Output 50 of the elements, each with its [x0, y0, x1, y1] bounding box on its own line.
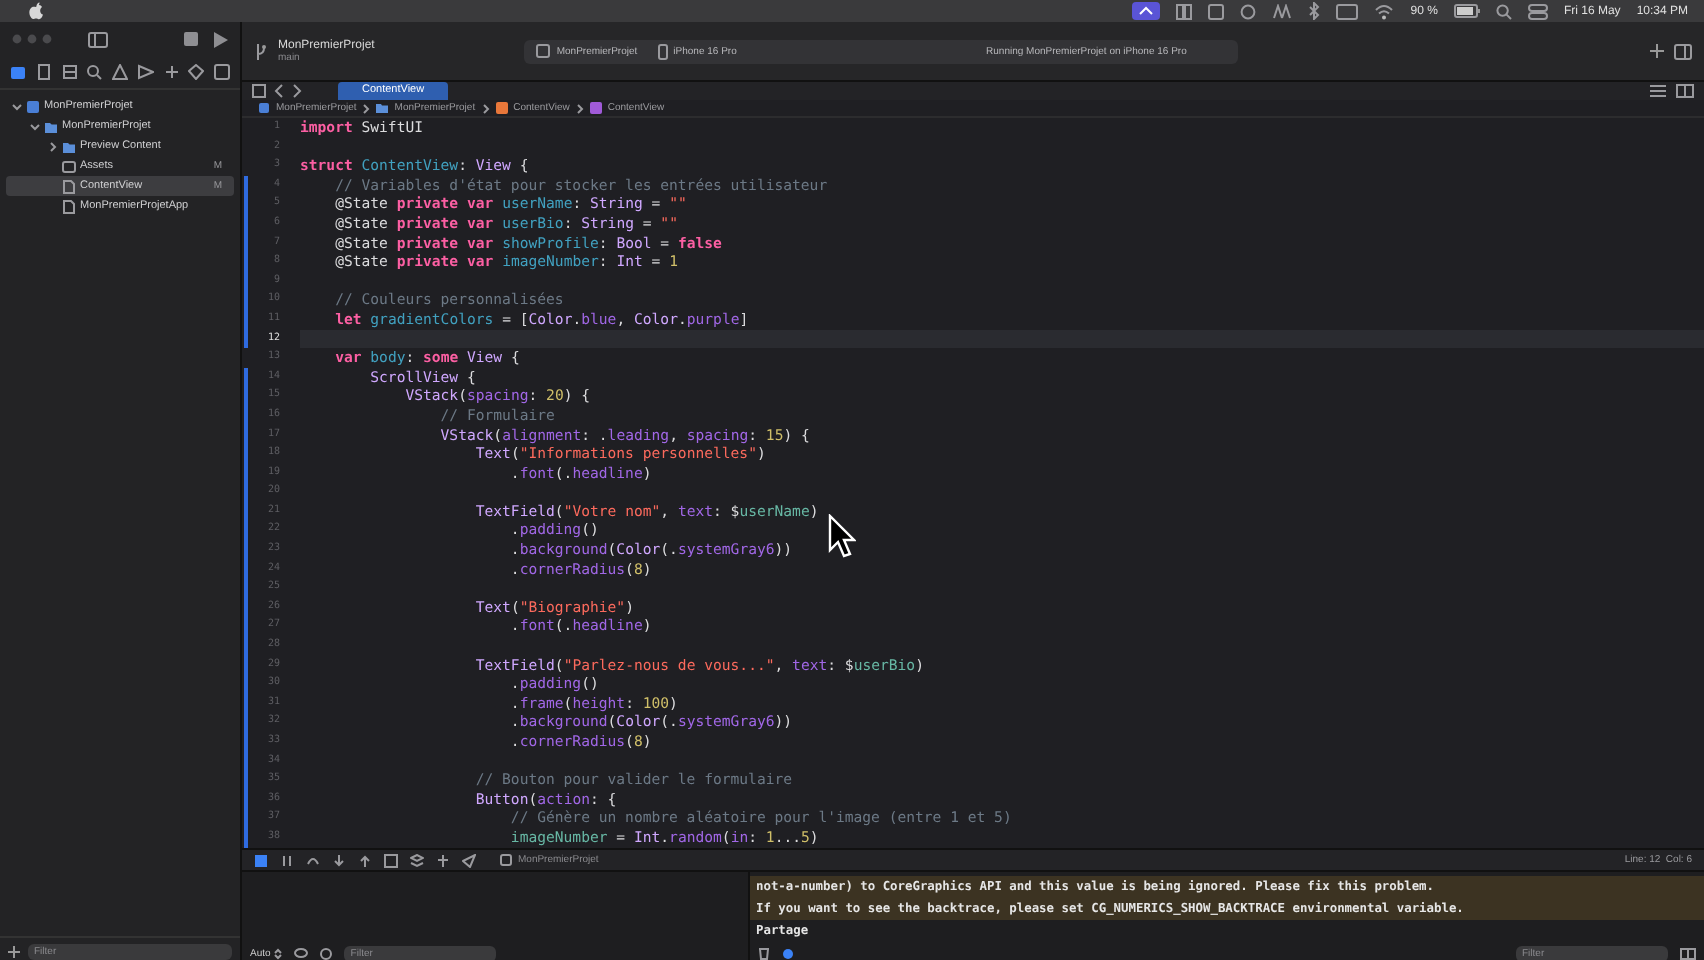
chevron-down-icon[interactable]	[30, 121, 40, 131]
diamond-icon[interactable]	[188, 64, 205, 80]
struct-icon	[589, 102, 602, 114]
updown-icon	[274, 947, 283, 959]
search-icon[interactable]	[86, 64, 103, 80]
window-icon[interactable]	[1176, 3, 1193, 19]
plus-icon[interactable]	[1650, 44, 1664, 58]
chevron-right-icon	[481, 103, 490, 113]
chevron-down-icon[interactable]	[12, 101, 22, 111]
lines-icon[interactable]	[1650, 84, 1666, 98]
wifi-icon[interactable]	[1374, 3, 1395, 19]
assets-icon	[62, 159, 76, 173]
project-icon	[258, 102, 270, 114]
trash-icon[interactable]	[758, 946, 770, 960]
folder-icon[interactable]	[10, 64, 26, 80]
switches-icon[interactable]	[1527, 3, 1548, 19]
forward-icon[interactable]	[292, 84, 302, 98]
plus-icon[interactable]	[163, 64, 179, 80]
pause-icon[interactable]	[280, 853, 294, 867]
chevron-right-icon[interactable]	[48, 141, 58, 151]
step-out-icon[interactable]	[358, 853, 372, 867]
split-icon[interactable]	[1676, 84, 1694, 98]
sidebar-toggle-icon[interactable]	[88, 31, 108, 47]
ring-icon[interactable]	[1240, 3, 1257, 19]
split-icon[interactable]	[1680, 947, 1696, 959]
battery-icon[interactable]	[1453, 4, 1480, 18]
play-icon[interactable]	[214, 31, 228, 47]
chevron-right-icon	[362, 103, 371, 113]
branch-icon	[254, 41, 268, 61]
project-icon	[26, 99, 40, 113]
send-icon[interactable]	[462, 853, 476, 867]
inspector-icon[interactable]	[1674, 43, 1692, 59]
circle-icon[interactable]	[782, 947, 794, 959]
square-icon[interactable]	[214, 64, 230, 80]
panel-icon[interactable]	[254, 853, 268, 867]
apple-icon[interactable]	[28, 2, 44, 20]
phone-icon	[657, 43, 668, 59]
plus-icon[interactable]	[8, 945, 20, 957]
swift-file-icon	[495, 102, 508, 114]
step-in-icon[interactable]	[332, 853, 346, 867]
control-icon[interactable]	[1132, 2, 1161, 20]
pointer-icon	[828, 514, 856, 558]
window-controls-drawing	[12, 34, 52, 44]
bluetooth-icon[interactable]	[1308, 2, 1321, 20]
layers-icon[interactable]	[410, 853, 424, 867]
warning-icon[interactable]	[112, 64, 128, 80]
back-icon[interactable]	[274, 84, 284, 98]
chevron-right-icon	[575, 103, 584, 113]
search-icon[interactable]	[1495, 3, 1512, 19]
document-icon[interactable]	[35, 64, 52, 80]
